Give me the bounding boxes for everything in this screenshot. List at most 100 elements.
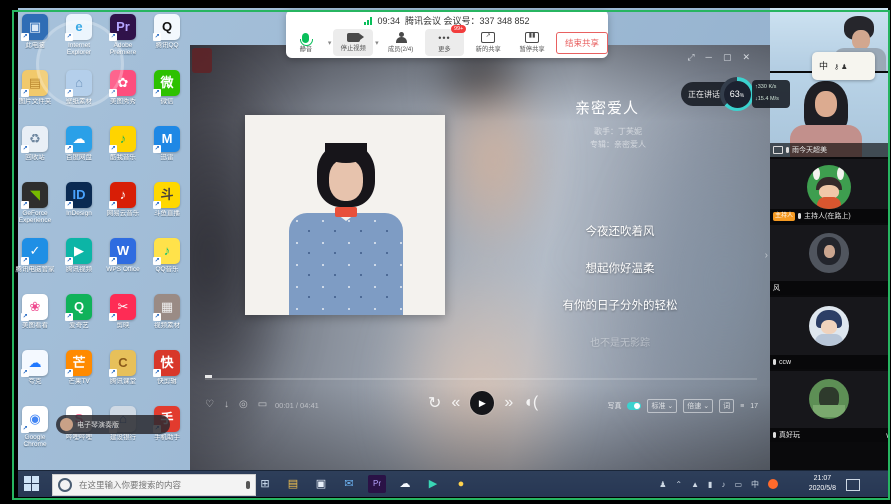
- end-share-button[interactable]: 结束共享: [556, 32, 608, 54]
- taskbar-pin-mail[interactable]: ✉: [340, 475, 358, 493]
- progress-bar[interactable]: [205, 378, 757, 380]
- desktop-icon[interactable]: IDInDesign: [58, 182, 100, 236]
- music-player-window: ⤢ ─ ▢ ✕ 亲密爱人 歌手：丁芙妮 专辑：亲密爱人 今夜还吹着风 想起你好温…: [190, 45, 770, 470]
- desktop-icon[interactable]: WWPS Office: [102, 238, 144, 292]
- loop-icon[interactable]: ↻: [428, 393, 441, 413]
- floating-notification-bubble[interactable]: 电子琴演奏版: [56, 415, 170, 434]
- desktop-icon[interactable]: ☁夸克: [14, 350, 56, 404]
- next-icon[interactable]: »: [504, 394, 513, 412]
- taskbar-pin-browser[interactable]: ●: [452, 475, 470, 493]
- download-icon[interactable]: ↓: [224, 399, 229, 410]
- participant-name: 主持人(在路上): [804, 211, 851, 221]
- participant-tile[interactable]: ccw: [770, 297, 888, 369]
- pause-share-button[interactable]: ▮▮暂停共享: [512, 29, 552, 56]
- desktop-icon[interactable]: ✓腾讯电脑管家: [14, 238, 56, 292]
- desktop-icon[interactable]: C腾讯课堂: [102, 350, 144, 404]
- members-button[interactable]: 成员(2/4): [381, 29, 421, 56]
- desktop-icon[interactable]: ❀美图看看: [14, 294, 56, 348]
- song-album[interactable]: 专辑：亲密爱人: [558, 138, 678, 151]
- playlist-icon[interactable]: ≡: [740, 403, 744, 410]
- desktop-icon[interactable]: ♪酷我音乐: [102, 126, 144, 180]
- lyric-toggle[interactable]: 词: [719, 399, 734, 413]
- lyrics-panel: 今夜还吹着风 想起你好温柔 有你的日子分外的轻松 也不是无影踪: [470, 223, 770, 370]
- taskbar-pin-cloud[interactable]: ☁: [396, 475, 414, 493]
- camera-dropdown-caret[interactable]: ▾: [375, 39, 379, 47]
- input-method-icon[interactable]: 中: [751, 479, 759, 490]
- desktop-icon[interactable]: M迅雷: [146, 126, 188, 180]
- album-art-face: [329, 159, 363, 201]
- volume-icon[interactable]: ♪: [721, 480, 725, 489]
- like-icon[interactable]: ♡: [205, 399, 214, 410]
- participant-avatar: [807, 165, 851, 209]
- desktop-icon[interactable]: Q爱奇艺: [58, 294, 100, 348]
- close-icon[interactable]: ✕: [742, 52, 750, 63]
- previous-icon[interactable]: «: [451, 394, 460, 412]
- app-icon: ID: [66, 182, 92, 208]
- taskbar-pin-premiere[interactable]: Pr: [368, 475, 386, 493]
- app-icon: ♪: [110, 126, 136, 152]
- members-icon: [397, 32, 405, 40]
- start-button[interactable]: [24, 476, 40, 492]
- desktop-icon[interactable]: ♻回收站: [14, 126, 56, 180]
- antivirus-tray-icon[interactable]: [768, 479, 778, 489]
- desktop-icon[interactable]: ▶腾讯视频: [58, 238, 100, 292]
- desktop-icon[interactable]: 芒芒果TV: [58, 350, 100, 404]
- desktop-icon-label: 迅雷: [146, 154, 188, 161]
- taskbar-pin-file-explorer[interactable]: ▤: [284, 475, 302, 493]
- stop-video-button[interactable]: 停止视频: [333, 29, 373, 56]
- participant-tile[interactable]: 真好玩∨: [770, 371, 888, 442]
- quality-dropdown[interactable]: 标准 ⌄: [647, 399, 677, 413]
- participant-tile[interactable]: 风: [770, 225, 888, 295]
- mv-icon[interactable]: ▭: [258, 399, 267, 410]
- app-icon: ▶: [66, 238, 92, 264]
- participant-tile[interactable]: 主持人主持人(在路上): [770, 159, 888, 223]
- photo-mode-toggle[interactable]: [627, 402, 641, 410]
- desktop-icon[interactable]: ♪QQ音乐: [146, 238, 188, 292]
- taskbar-pin-video[interactable]: ▶: [424, 475, 442, 493]
- performance-gauge[interactable]: 63%: [720, 77, 754, 111]
- desktop-icon[interactable]: Q腾讯QQ: [146, 14, 188, 68]
- game-overlay-icon[interactable]: ♟: [659, 480, 666, 489]
- desktop-icon[interactable]: ☁百度网盘: [58, 126, 100, 180]
- taskbar-search[interactable]: [52, 474, 256, 496]
- more-button[interactable]: 99+•••更多: [425, 29, 465, 56]
- taskbar-pin-task-view[interactable]: ⊞: [256, 475, 274, 493]
- minimize-icon[interactable]: ─: [706, 52, 712, 63]
- speed-dropdown[interactable]: 倍速 ⌄: [683, 399, 713, 413]
- battery-icon[interactable]: ▮: [708, 480, 712, 489]
- app-icon: ✂: [110, 294, 136, 320]
- mic-icon: [798, 213, 801, 219]
- desktop-icon[interactable]: 微微信: [146, 70, 188, 124]
- taskbar-pin-store[interactable]: ▣: [312, 475, 330, 493]
- desktop-icon[interactable]: 斗斗鱼直播: [146, 182, 188, 236]
- panel-expand-chevron[interactable]: ›: [765, 250, 768, 261]
- app-icon: 微: [154, 70, 180, 96]
- display-icon[interactable]: ▭: [734, 480, 742, 489]
- desktop-icon[interactable]: ◥GeForce Experience: [14, 182, 56, 236]
- maximize-icon[interactable]: ▢: [723, 52, 732, 63]
- comment-icon[interactable]: ◎: [239, 399, 248, 410]
- notification-icon[interactable]: ▲: [691, 480, 699, 489]
- action-center-icon[interactable]: [846, 479, 860, 491]
- mic-dropdown-caret[interactable]: ▾: [328, 39, 332, 47]
- desktop-icon[interactable]: ▦视频素材: [146, 294, 188, 348]
- desktop-icon[interactable]: ◉Google Chrome: [14, 406, 56, 460]
- collapse-chevron-icon[interactable]: ∨: [885, 431, 888, 440]
- participant-name-bar: 雨今天超美: [770, 143, 888, 157]
- desktop-icon[interactable]: 快快剪辑: [146, 350, 188, 404]
- app-icon: W: [110, 238, 136, 264]
- search-input[interactable]: [77, 479, 221, 491]
- volume-icon[interactable]: ◖(: [523, 394, 538, 412]
- restore-icon[interactable]: ⤢: [687, 52, 694, 63]
- tray-expand-icon[interactable]: ⌃: [675, 480, 682, 489]
- desktop-icon[interactable]: ♪网易云音乐: [102, 182, 144, 236]
- mute-button[interactable]: 静音: [286, 29, 326, 56]
- play-button[interactable]: ▶: [470, 391, 494, 415]
- desktop-icon[interactable]: ✂剪映: [102, 294, 144, 348]
- pause-share-icon: ▮▮: [525, 32, 539, 43]
- transport-controls: ↻ « ▶ » ◖(: [428, 391, 538, 415]
- song-artist[interactable]: 歌手：丁芙妮: [558, 125, 678, 138]
- new-share-button[interactable]: ↗新的共享: [468, 29, 508, 56]
- desktop-icon-label: 图片文件夹: [14, 98, 56, 105]
- taskbar-clock[interactable]: 21:072020/5/8: [809, 474, 836, 494]
